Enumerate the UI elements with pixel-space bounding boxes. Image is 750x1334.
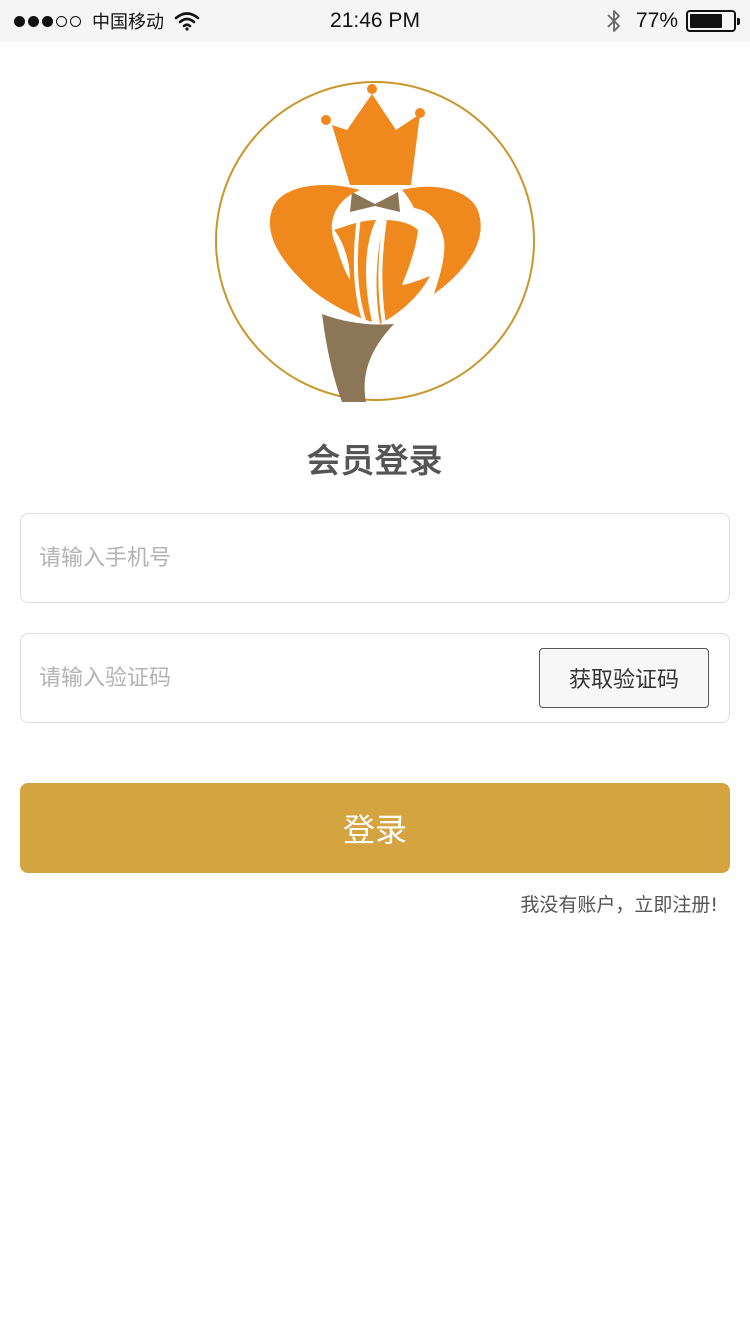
battery-fill [690,14,723,28]
bluetooth-icon [607,10,620,32]
battery-icon [686,10,740,32]
verification-code-input[interactable] [39,634,519,722]
get-code-button[interactable]: 获取验证码 [539,648,709,708]
crown-torch-logo [215,81,535,402]
code-field[interactable]: 获取验证码 [20,633,730,723]
register-link[interactable]: 我没有账户，立即注册! [520,890,718,917]
phone-input[interactable] [39,514,519,602]
battery-percent: 77% [635,9,678,32]
login-button[interactable]: 登录 [20,783,730,873]
battery-cap [737,18,740,25]
status-right: 77% [606,8,740,34]
torch-handle [322,314,394,402]
crown-icon [332,94,420,185]
phone-field[interactable] [20,513,730,603]
status-bar: 中国移动 21:46 PM 77% [0,0,750,42]
bow-tie-icon [350,192,400,212]
page-title: 会员登录 [307,441,443,480]
